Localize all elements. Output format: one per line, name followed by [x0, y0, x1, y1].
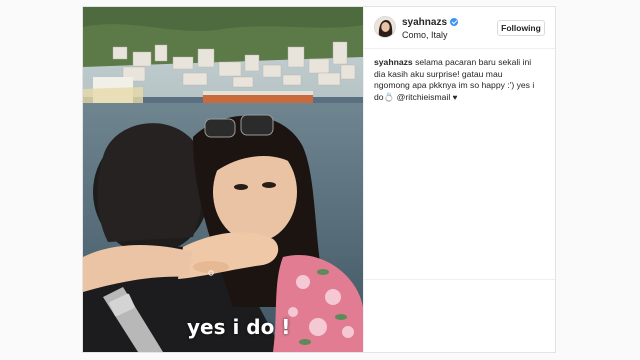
instagram-post: yes i do ! syahnazs Como, Italy Followin… [82, 6, 556, 353]
photo-illustration [83, 7, 363, 352]
post-sidebar: syahnazs Como, Italy Following syahnazs … [363, 7, 555, 352]
post-photo[interactable]: yes i do ! [83, 7, 363, 352]
post-header: syahnazs Como, Italy Following [364, 7, 555, 49]
caption: syahnazs selama pacaran baru sekali ini … [374, 57, 538, 103]
following-button[interactable]: Following [497, 20, 545, 36]
heart-icon: ♥ [452, 92, 458, 102]
caption-username[interactable]: syahnazs [374, 57, 413, 67]
photo-overlay-text: yes i do ! [187, 315, 291, 339]
avatar-image [375, 17, 395, 37]
username-text: syahnazs [402, 17, 448, 28]
username[interactable]: syahnazs [402, 17, 459, 28]
divider [364, 279, 555, 280]
location-link[interactable]: Como, Italy [402, 30, 448, 40]
avatar[interactable] [374, 16, 396, 38]
verified-badge-icon [450, 18, 459, 26]
comments-area[interactable]: syahnazs selama pacaran baru sekali ini … [364, 50, 555, 278]
